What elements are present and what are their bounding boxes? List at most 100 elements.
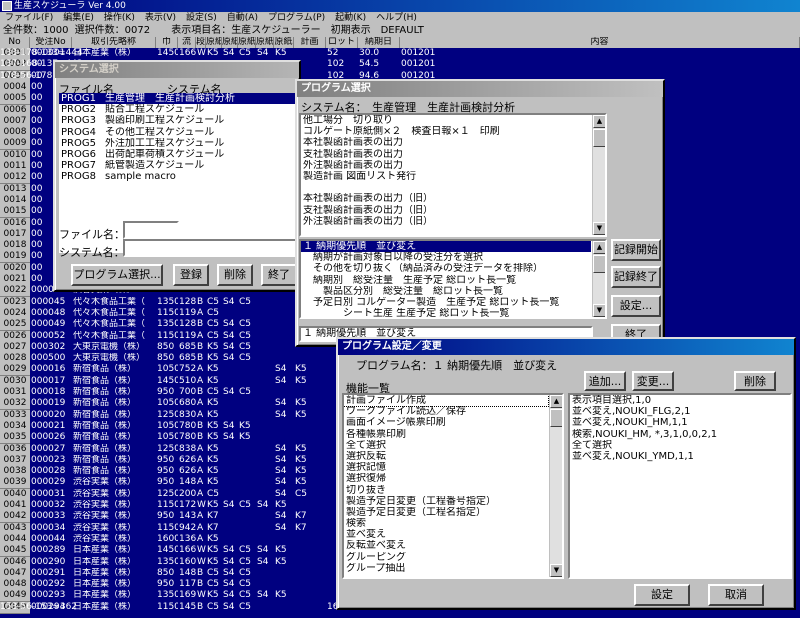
list-item[interactable]: 全て選択 — [344, 440, 548, 451]
ok-button[interactable]: 設定 — [634, 584, 690, 606]
lower-scrollbar[interactable]: ▲ ▼ — [592, 241, 605, 317]
delete-button[interactable]: 削除 — [217, 264, 253, 286]
settings-delete-button[interactable]: 削除 — [734, 371, 776, 391]
list-item[interactable]: 反転並べ変え — [344, 540, 548, 551]
upper-scrollbar[interactable]: ▲ ▼ — [592, 115, 605, 235]
row-number[interactable]: 0027 — [0, 341, 30, 354]
list-item[interactable]: 支社製函計画表の出力（旧） — [301, 205, 591, 216]
row-number[interactable]: 0019 — [0, 251, 30, 264]
scroll-up-icon[interactable]: ▲ — [593, 115, 605, 128]
list-item[interactable]: 外注製函計画表の出力 — [301, 160, 591, 171]
menu-item[interactable]: 操作(K) — [99, 12, 140, 24]
scroll-thumb[interactable] — [593, 255, 605, 273]
menu-item[interactable]: 編集(E) — [58, 12, 99, 24]
command-item[interactable]: 並べ変え,NOUKI_HM,1,1 — [570, 417, 790, 428]
row-number[interactable]: 0015 — [0, 206, 30, 219]
list-item[interactable]: １ 納期優先順 並び変え — [301, 241, 591, 253]
list-item[interactable]: 外注製函計画表の出力（旧） — [301, 216, 591, 227]
grid-col-header[interactable]: 受注No — [30, 37, 72, 48]
row-number[interactable]: 0026 — [0, 330, 30, 343]
row-number[interactable]: 0028 — [0, 353, 30, 366]
command-item[interactable]: 並べ変え,NOUKI_FLG,2,1 — [570, 406, 790, 417]
scroll-up-icon[interactable]: ▲ — [550, 395, 562, 408]
menu-item[interactable]: ヘルプ(H) — [371, 12, 422, 24]
command-item[interactable]: 並べ変え,NOUKI_YMD,1,1 — [570, 451, 790, 462]
list-item[interactable]: 切り抜き — [344, 485, 548, 496]
scroll-up-icon[interactable]: ▲ — [593, 241, 605, 254]
row-number[interactable]: 0012 — [0, 172, 30, 185]
command-item[interactable]: 全て選択 — [570, 440, 790, 451]
list-item[interactable]: 検索 — [344, 518, 548, 529]
row-number[interactable]: 0041 — [0, 500, 30, 512]
list-item[interactable]: 各種帳票印刷 — [344, 429, 548, 440]
system-list-item[interactable]: PROG3 製函印刷工程スケジュール — [59, 115, 297, 126]
row-number[interactable]: 0039 — [0, 477, 30, 490]
function-scrollbar[interactable]: ▲ ▼ — [549, 395, 562, 577]
file-name-input[interactable] — [123, 221, 179, 239]
row-number[interactable]: 0034 — [0, 420, 30, 433]
list-item[interactable]: 納期別 総受注量 生産予定 総ロット長一覧 — [301, 275, 591, 286]
list-item[interactable]: 本社製函計画表の出力 — [301, 137, 591, 148]
row-number[interactable]: 0036 — [0, 443, 30, 456]
list-item[interactable] — [301, 182, 591, 193]
row-number[interactable]: 0018 — [0, 240, 30, 253]
row-number[interactable]: 0007 — [0, 115, 30, 128]
row-number[interactable]: 0031 — [0, 387, 30, 399]
grid-col-header[interactable]: 原紙 — [238, 37, 256, 48]
list-item[interactable]: 並べ変え — [344, 529, 548, 540]
grid-col-header[interactable]: 原紙 — [256, 37, 274, 48]
system-list-item[interactable]: PROG5 外注加工工程スケジュール — [59, 138, 297, 149]
command-item[interactable]: 表示項目選択,1,0 — [570, 395, 790, 406]
change-button[interactable]: 変更... — [632, 371, 674, 391]
system-list-item[interactable]: PROG4 その他工程スケジュール — [59, 127, 297, 138]
row-number[interactable]: 0017 — [0, 228, 30, 241]
menu-item[interactable]: 自動(A) — [222, 12, 263, 24]
menu-item[interactable]: ファイル(F) — [0, 12, 58, 24]
row-number[interactable]: 0024 — [0, 307, 30, 320]
program-upper-list[interactable]: 他工場分 切り取り コルゲート原紙側×２ 検査日報×１ 印刷 本社製函計画表の出力支… — [299, 113, 607, 237]
grid-col-header[interactable]: 計画 — [294, 37, 326, 48]
grid-col-header[interactable]: 巾 — [156, 37, 178, 48]
row-number[interactable]: 0049 — [0, 590, 30, 603]
row-number[interactable]: 0045 — [0, 545, 30, 558]
list-item[interactable]: 選択記憶 — [344, 462, 548, 473]
system-name-input[interactable] — [123, 239, 297, 257]
list-item[interactable]: グループ抽出 — [344, 563, 548, 574]
list-item[interactable]: グルーピング — [344, 552, 548, 563]
list-item[interactable]: 納期が計画対象日以降の受注分を選択 — [301, 252, 591, 263]
row-number[interactable]: 0029 — [0, 364, 30, 377]
row-number[interactable]: 0010 — [0, 149, 30, 162]
grid-col-header[interactable]: 流 — [178, 37, 196, 48]
row-number[interactable]: 0006 — [0, 104, 30, 117]
command-item[interactable]: 検索,NOUKI_HM, *,3,1,0,0,2,1 — [570, 429, 790, 440]
list-item[interactable]: ワークファイル読込／保存 — [344, 406, 548, 417]
function-list[interactable]: 計画ファイル作成 ワークファイル読込／保存 画面イメージ帳票印刷 各種帳票印刷 全て選択… — [342, 393, 564, 579]
grid-col-header[interactable]: 原紙 — [206, 37, 222, 48]
row-number[interactable]: 0042 — [0, 511, 30, 524]
row-number[interactable]: 0020 — [0, 262, 30, 275]
grid-col-header[interactable]: No — [0, 37, 30, 48]
list-item[interactable]: 本社製函計画表の出力（旧） — [301, 193, 591, 204]
list-item[interactable]: シート生産 生産予定 総ロット長一覧 — [301, 308, 591, 317]
row-number[interactable]: 0025 — [0, 319, 30, 332]
row-number[interactable]: 0013 — [0, 183, 30, 196]
row-number[interactable]: 0048 — [0, 579, 30, 592]
list-item[interactable]: その他を切り抜く（納品済みの受注データを排除） — [301, 263, 591, 274]
list-item[interactable]: 選択復帰 — [344, 473, 548, 484]
program-select-button[interactable]: プログラム選択... — [71, 264, 163, 286]
grid-col-header[interactable]: 取引先略称 — [72, 37, 156, 48]
row-number[interactable]: 0035 — [0, 432, 30, 445]
scroll-thumb[interactable] — [550, 409, 562, 427]
record-start-button[interactable]: 記録開始 — [611, 239, 661, 261]
record-end-button[interactable]: 記録終了 — [611, 266, 661, 288]
row-number[interactable]: 0044 — [0, 533, 30, 546]
row-number[interactable]: 0023 — [0, 296, 30, 309]
list-item[interactable]: 製造計画 図面リスト発行 — [301, 171, 591, 182]
menu-item[interactable]: プログラム(P) — [263, 12, 330, 24]
system-list-item[interactable]: PROG2 貼合工程スケジュール — [59, 104, 297, 115]
grid-col-header[interactable]: 原紙 — [222, 37, 238, 48]
list-item[interactable]: 計画ファイル作成 — [344, 395, 549, 408]
list-item[interactable]: 製造予定日変更（工程番号指定） — [344, 496, 548, 507]
menu-item[interactable]: 設定(S) — [181, 12, 222, 24]
command-list[interactable]: 表示項目選択,1,0 並べ変え,NOUKI_FLG,2,1 並べ変え,NOUKI_H… — [568, 393, 792, 579]
